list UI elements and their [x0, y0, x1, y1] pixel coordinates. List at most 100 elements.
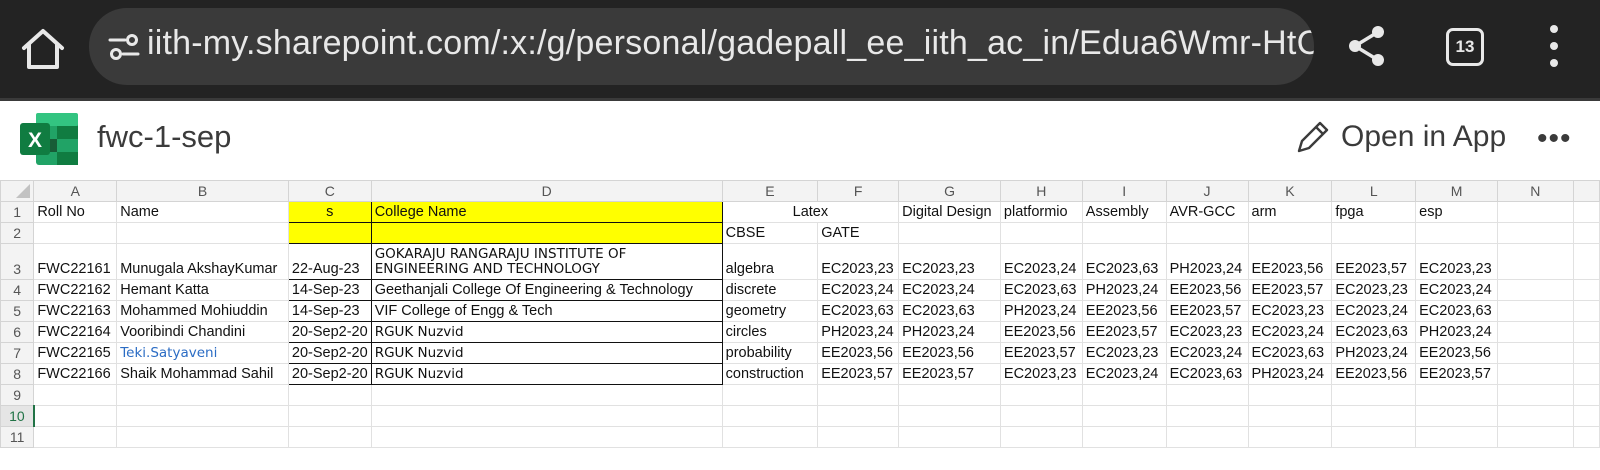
- cell[interactable]: [721, 384, 819, 406]
- cell-merged[interactable]: Latex: [721, 201, 900, 223]
- cell[interactable]: fpga: [1331, 201, 1417, 223]
- cell[interactable]: EC2023,23: [817, 243, 900, 280]
- cell[interactable]: [116, 222, 289, 244]
- cell[interactable]: [1165, 426, 1249, 448]
- cell[interactable]: EC2023,63: [817, 300, 900, 322]
- cell[interactable]: AVR-GCC: [1165, 201, 1249, 223]
- column-header[interactable]: D: [370, 180, 723, 202]
- cell[interactable]: EC2023,63: [1415, 300, 1499, 322]
- cell[interactable]: arm: [1247, 201, 1333, 223]
- cell[interactable]: [817, 405, 900, 427]
- cell[interactable]: [287, 426, 372, 448]
- column-header[interactable]: A: [33, 180, 118, 202]
- cell[interactable]: [1572, 201, 1600, 223]
- cell[interactable]: EE2023,57: [898, 363, 1001, 385]
- cell[interactable]: [1331, 222, 1417, 244]
- cell[interactable]: RGUK Nuzvid: [370, 363, 723, 385]
- cell[interactable]: EC2023,24: [1415, 279, 1499, 301]
- cell[interactable]: Vooribindi Chandini: [116, 321, 289, 343]
- cell[interactable]: EC2023,23: [1165, 321, 1249, 343]
- cell[interactable]: EE2023,56: [898, 342, 1001, 364]
- cell[interactable]: circles: [721, 321, 819, 343]
- cell[interactable]: EC2023,63: [1331, 321, 1417, 343]
- cell[interactable]: [370, 426, 723, 448]
- cell[interactable]: [898, 222, 1001, 244]
- open-in-app-button[interactable]: Open in App: [1293, 117, 1506, 157]
- cell[interactable]: EC2023,23: [1247, 300, 1333, 322]
- url-text[interactable]: iith-my.sharepoint.com/:x:/g/personal/ga…: [147, 24, 1314, 63]
- cell[interactable]: GOKARAJU RANGARAJU INSTITUTE OF ENGINEER…: [370, 243, 723, 280]
- cell[interactable]: [999, 384, 1083, 406]
- cell[interactable]: [999, 405, 1083, 427]
- cell[interactable]: Assembly: [1081, 201, 1167, 223]
- cell[interactable]: platformio: [999, 201, 1083, 223]
- cell[interactable]: FWC22164: [33, 321, 118, 343]
- cell[interactable]: [370, 405, 723, 427]
- cell[interactable]: 14-Sep-23: [287, 300, 372, 322]
- cell[interactable]: [1165, 384, 1249, 406]
- cell[interactable]: geometry: [721, 300, 819, 322]
- cell[interactable]: [1497, 405, 1574, 427]
- cell[interactable]: EC2023,24: [817, 279, 900, 301]
- cell[interactable]: [287, 222, 372, 244]
- cell[interactable]: [817, 426, 900, 448]
- cell[interactable]: PH2023,24: [1081, 279, 1167, 301]
- cell[interactable]: probability: [721, 342, 819, 364]
- cell[interactable]: 20-Sep2-20: [287, 321, 372, 343]
- cell[interactable]: Hemant Katta: [116, 279, 289, 301]
- cell[interactable]: [1497, 342, 1574, 364]
- cell[interactable]: [1081, 384, 1167, 406]
- cell[interactable]: algebra: [721, 243, 819, 280]
- cell[interactable]: [1247, 222, 1333, 244]
- cell[interactable]: EC2023,63: [1081, 243, 1167, 280]
- column-header[interactable]: F: [817, 180, 900, 202]
- cell[interactable]: [1165, 405, 1249, 427]
- cell[interactable]: [1572, 363, 1600, 385]
- cell[interactable]: EC2023,24: [999, 243, 1083, 280]
- cell[interactable]: Teki.Satyaveni: [116, 342, 289, 364]
- cell[interactable]: [721, 426, 819, 448]
- cell[interactable]: EE2023,56: [1165, 279, 1249, 301]
- cell[interactable]: [116, 426, 289, 448]
- row-header[interactable]: 8: [0, 363, 35, 385]
- cell[interactable]: [370, 384, 723, 406]
- row-header[interactable]: 3: [0, 243, 35, 280]
- column-header[interactable]: E: [721, 180, 819, 202]
- site-settings-icon[interactable]: [107, 30, 141, 64]
- cell[interactable]: [721, 405, 819, 427]
- column-header[interactable]: C: [287, 180, 372, 202]
- row-header[interactable]: 5: [0, 300, 35, 322]
- select-all-corner[interactable]: [0, 180, 35, 202]
- cell[interactable]: [287, 384, 372, 406]
- cell[interactable]: discrete: [721, 279, 819, 301]
- row-header-active[interactable]: 10: [0, 405, 35, 427]
- cell[interactable]: Name: [116, 201, 289, 223]
- more-options-button[interactable]: •••: [1537, 124, 1572, 154]
- cell[interactable]: [1497, 363, 1574, 385]
- cell[interactable]: [370, 222, 723, 244]
- cell[interactable]: EC2023,23: [999, 363, 1083, 385]
- cell[interactable]: FWC22163: [33, 300, 118, 322]
- cell[interactable]: [1331, 405, 1417, 427]
- cell[interactable]: EE2023,56: [817, 342, 900, 364]
- cell[interactable]: Digital Design: [898, 201, 1001, 223]
- cell[interactable]: EC2023,63: [1247, 342, 1333, 364]
- cell[interactable]: RGUK Nuzvid: [370, 321, 723, 343]
- cell[interactable]: EC2023,24: [1247, 321, 1333, 343]
- row-header[interactable]: 7: [0, 342, 35, 364]
- cell[interactable]: EC2023,63: [999, 279, 1083, 301]
- cell[interactable]: FWC22165: [33, 342, 118, 364]
- cell[interactable]: EE2023,56: [1415, 342, 1499, 364]
- cell[interactable]: [33, 426, 118, 448]
- cell[interactable]: EE2023,56: [1247, 243, 1333, 280]
- cell[interactable]: [1572, 279, 1600, 301]
- cell[interactable]: EE2023,57: [1247, 279, 1333, 301]
- share-icon[interactable]: [1346, 23, 1388, 69]
- home-icon[interactable]: [16, 22, 70, 76]
- cell[interactable]: [1081, 222, 1167, 244]
- column-header[interactable]: N: [1497, 180, 1574, 202]
- cell[interactable]: PH2023,24: [1247, 363, 1333, 385]
- cell[interactable]: [1165, 222, 1249, 244]
- cell[interactable]: Shaik Mohammad Sahil: [116, 363, 289, 385]
- cell[interactable]: EE2023,57: [999, 342, 1083, 364]
